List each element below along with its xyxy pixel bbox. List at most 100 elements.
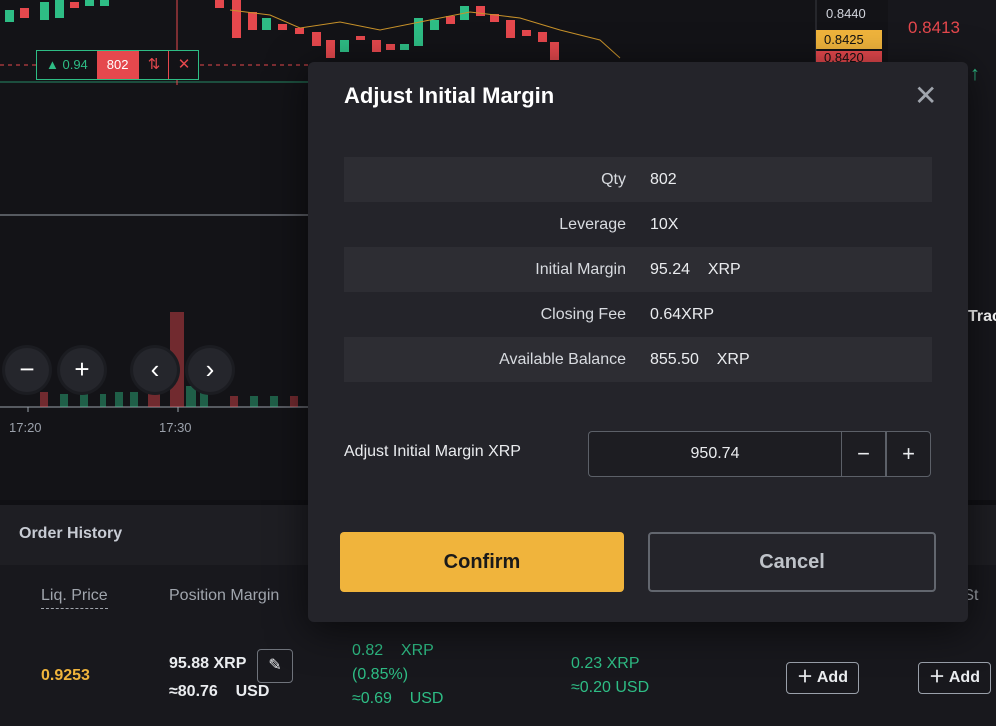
candle <box>326 40 335 58</box>
volume-bar <box>186 386 196 407</box>
close-position-icon[interactable]: ✕ <box>168 51 198 79</box>
add-trailing-stop-button[interactable]: ＋ Add <box>918 662 991 694</box>
info-value: 0.64XRP <box>650 305 715 323</box>
candle <box>522 30 531 36</box>
volume-bar <box>60 394 68 407</box>
volume-bar <box>270 396 278 407</box>
reverse-icon[interactable]: ⇅ <box>138 51 168 79</box>
position-qty: 802 <box>96 51 139 79</box>
plus-icon: ＋ <box>797 669 814 686</box>
zoom-in-button[interactable]: + <box>60 348 104 392</box>
zoom-out-button[interactable]: − <box>5 348 49 392</box>
candle <box>506 20 515 38</box>
scroll-right-button[interactable]: › <box>188 348 232 392</box>
candle <box>278 24 287 30</box>
volume-bar <box>100 394 106 407</box>
candle <box>232 0 241 38</box>
volume-bar <box>290 396 298 407</box>
candle <box>430 20 439 30</box>
add-tp-sl-button[interactable]: ＋ Add <box>786 662 859 694</box>
candle <box>248 12 257 30</box>
candle <box>295 28 304 34</box>
volume-bar <box>130 392 138 407</box>
volume-bar <box>250 396 258 407</box>
volume-bar <box>230 396 238 407</box>
adjust-margin-label: Adjust Initial Margin XRP <box>344 443 521 460</box>
adjust-margin-dialog: Adjust Initial Margin ✕ Qty 802 Leverage… <box>308 62 968 622</box>
edit-margin-button[interactable]: ✎ <box>257 649 293 683</box>
candle <box>85 0 94 6</box>
info-row: Qty 802 <box>344 157 932 202</box>
candle <box>100 0 109 6</box>
price-axis-label-partial: 0.8420 <box>816 51 882 62</box>
close-icon[interactable]: ✕ <box>914 82 937 110</box>
pnl-percent: (0.85%) <box>352 666 409 683</box>
time-axis-label: 17:30 <box>159 420 192 435</box>
candle <box>446 16 455 24</box>
column-header-position-margin: Position Margin <box>169 587 280 604</box>
candle <box>340 40 349 52</box>
info-label: Leverage <box>559 215 626 233</box>
tab-order-history[interactable]: Order History <box>19 525 122 543</box>
plus-icon: ＋ <box>929 669 946 686</box>
column-header-liq-price: Liq. Price <box>41 587 108 609</box>
info-value: 855.50 XRP <box>650 350 750 368</box>
increase-button[interactable]: + <box>886 431 931 477</box>
info-value: 802 <box>650 170 677 188</box>
pnl-xrp: 0.82 XRP <box>352 642 434 659</box>
decrease-button[interactable]: − <box>841 431 886 477</box>
candle <box>356 36 365 40</box>
candle <box>538 32 547 42</box>
add-label: Add <box>816 669 848 686</box>
candle <box>40 2 49 20</box>
candle <box>476 6 485 16</box>
info-row: Initial Margin 95.24 XRP <box>344 247 932 292</box>
time-axis-label: 17:20 <box>9 420 42 435</box>
info-label: Initial Margin <box>535 260 626 278</box>
volume-bar <box>40 392 48 407</box>
volume-bar <box>80 392 88 407</box>
candle <box>262 18 271 30</box>
candle <box>55 0 64 18</box>
info-value: 95.24 XRP <box>650 260 741 278</box>
edit-icon: ✎ <box>268 657 282 674</box>
liq-price-value: 0.9253 <box>41 667 90 684</box>
info-row: Leverage 10X <box>344 202 932 247</box>
candle <box>550 42 559 60</box>
candle <box>312 32 321 46</box>
volume-bar <box>200 392 208 407</box>
info-row: Available Balance 855.50 XRP <box>344 337 932 382</box>
last-price-label: 0.8425 <box>816 30 882 49</box>
confirm-button[interactable]: Confirm <box>340 532 624 592</box>
info-label: Qty <box>601 170 626 188</box>
position-margin-usd: ≈80.76 USD <box>169 683 270 700</box>
pnl-usd: ≈0.69 USD <box>352 690 444 707</box>
candle <box>386 44 395 50</box>
up-arrow-icon: ↑ <box>970 63 980 85</box>
position-margin-xrp: 95.88 XRP <box>169 655 247 672</box>
add-label: Add <box>948 669 980 686</box>
info-value: 10X <box>650 215 679 233</box>
volume-bar <box>115 392 123 407</box>
candle <box>20 8 29 18</box>
candle <box>400 44 409 50</box>
scroll-left-button[interactable]: ‹ <box>133 348 177 392</box>
position-line-tag[interactable]: ▲ 0.94 802 ⇅ ✕ <box>36 50 200 80</box>
candle <box>5 10 14 22</box>
orderbook-price: 0.8413 <box>908 18 960 37</box>
info-label: Available Balance <box>499 350 626 368</box>
info-row: Closing Fee 0.64XRP <box>344 292 932 337</box>
cancel-button[interactable]: Cancel <box>648 532 936 592</box>
position-pnl: ▲ 0.94 <box>46 57 88 72</box>
trade-label[interactable]: Trac <box>968 308 996 326</box>
candle <box>215 0 224 8</box>
fee-usd: ≈0.20 USD <box>571 679 650 696</box>
info-label: Closing Fee <box>540 305 626 323</box>
dialog-title: Adjust Initial Margin <box>344 83 555 108</box>
margin-info-table: Qty 802 Leverage 10X Initial Margin 95.2… <box>344 157 932 382</box>
fee-xrp: 0.23 XRP <box>571 655 640 672</box>
candle <box>70 2 79 8</box>
adjust-margin-input[interactable] <box>588 431 841 477</box>
candle <box>372 40 381 52</box>
price-axis-label: 0.8440 <box>826 6 866 21</box>
